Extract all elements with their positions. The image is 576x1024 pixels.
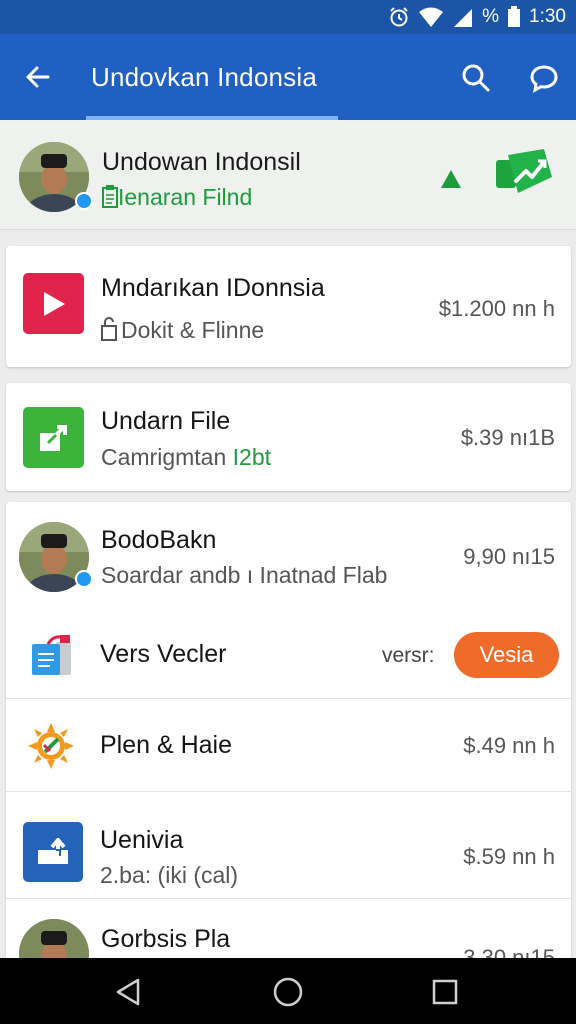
file-icon — [30, 632, 74, 683]
system-nav-bar — [0, 958, 576, 1024]
list-item[interactable]: Undarn File Camrigmtan I2bt $.39 nı1B — [6, 383, 571, 491]
item-price: $.39 nı1B — [460, 425, 555, 450]
item-title: Vers Vecler — [100, 640, 227, 668]
battery-icon — [507, 6, 521, 28]
item-price: $.49 nn h — [463, 733, 555, 758]
item-title: Gorbsis Pla — [101, 925, 231, 953]
stats-button[interactable] — [494, 147, 554, 204]
list-item[interactable]: Uenivia 2.ba: (iki (cal) $.59 nn h — [6, 792, 571, 898]
trend-up-icon — [441, 170, 461, 193]
item-price: $1.200 nn h — [438, 296, 555, 321]
item-secondary-label: versr: — [382, 644, 435, 667]
item-subtitle: 2.ba: (iki (cal) — [100, 862, 239, 888]
play-icon — [23, 273, 84, 334]
chat-button[interactable] — [522, 56, 566, 100]
item-subtitle-accent: I2bt — [232, 444, 272, 470]
item-price: $.59 nn h — [463, 844, 555, 869]
item-subtitle: Soardar andb ı Inatnad Flab — [101, 562, 388, 588]
item-subtitle: Camrigmtan I2bt — [101, 444, 271, 471]
battery-percent-label: % — [482, 6, 500, 27]
signal-icon — [452, 6, 474, 28]
list-item[interactable]: Vers Vecler versr: Vesia — [6, 612, 571, 698]
verified-badge-icon — [75, 570, 93, 588]
item-title: Uenivia — [100, 826, 184, 854]
list-card: BodoBakn Soardar andb ı Inatnad Flab 9,9… — [6, 502, 571, 972]
circle-home-icon — [273, 977, 303, 1007]
chart-up-icon — [496, 149, 552, 193]
item-title: Undarn File — [101, 407, 231, 435]
nav-home-button[interactable] — [268, 972, 308, 1012]
item-subtitle-text: Camrigmtan — [101, 444, 227, 470]
lock-icon — [101, 317, 117, 347]
account-name: Undowan Indonsil — [102, 148, 301, 176]
alarm-icon — [388, 6, 410, 28]
square-recents-icon — [432, 979, 458, 1005]
chat-bubble-icon — [530, 65, 558, 93]
status-bar: % 1:30 — [0, 0, 576, 34]
item-title: Plen & Haie — [100, 731, 233, 759]
list-item[interactable]: BodoBakn Soardar andb ı Inatnad Flab 9,9… — [6, 502, 571, 612]
nav-recents-button[interactable] — [425, 972, 465, 1012]
upload-icon — [23, 822, 83, 882]
account-subtitle-text: Ienaran Filnd — [118, 184, 253, 210]
item-subtitle-text: Dokit & Flinne — [121, 317, 265, 343]
share-icon — [23, 407, 84, 468]
version-button[interactable]: Vesia — [454, 632, 559, 678]
clock-time: 1:30 — [529, 6, 566, 27]
clipboard-icon — [102, 184, 118, 214]
list-item[interactable]: Mndarıkan IDonnsia Dokit & Flinne $1.200… — [6, 246, 571, 367]
search-button[interactable] — [454, 56, 498, 100]
wifi-icon — [418, 6, 444, 28]
item-price: 9,90 nı15 — [463, 544, 555, 569]
account-header[interactable]: Undowan Indonsil Ienaran Filnd — [0, 120, 576, 230]
item-subtitle: Dokit & Flinne — [101, 317, 264, 347]
back-button[interactable] — [0, 34, 76, 120]
page-title: Undovkan Indonsia — [91, 62, 317, 92]
list-item[interactable]: Plen & Haie $.49 nn h — [6, 699, 571, 791]
sun-icon — [28, 723, 74, 774]
search-icon — [462, 64, 490, 92]
verified-badge-icon — [75, 192, 93, 210]
item-title: BodoBakn — [101, 526, 217, 554]
item-title: Mndarıkan IDonnsia — [101, 274, 325, 302]
nav-back-button[interactable] — [108, 972, 148, 1012]
arrow-left-icon — [26, 66, 50, 88]
account-subtitle: Ienaran Filnd — [102, 184, 252, 214]
triangle-back-icon — [116, 978, 140, 1006]
app-bar: Undovkan Indonsia — [0, 34, 576, 120]
